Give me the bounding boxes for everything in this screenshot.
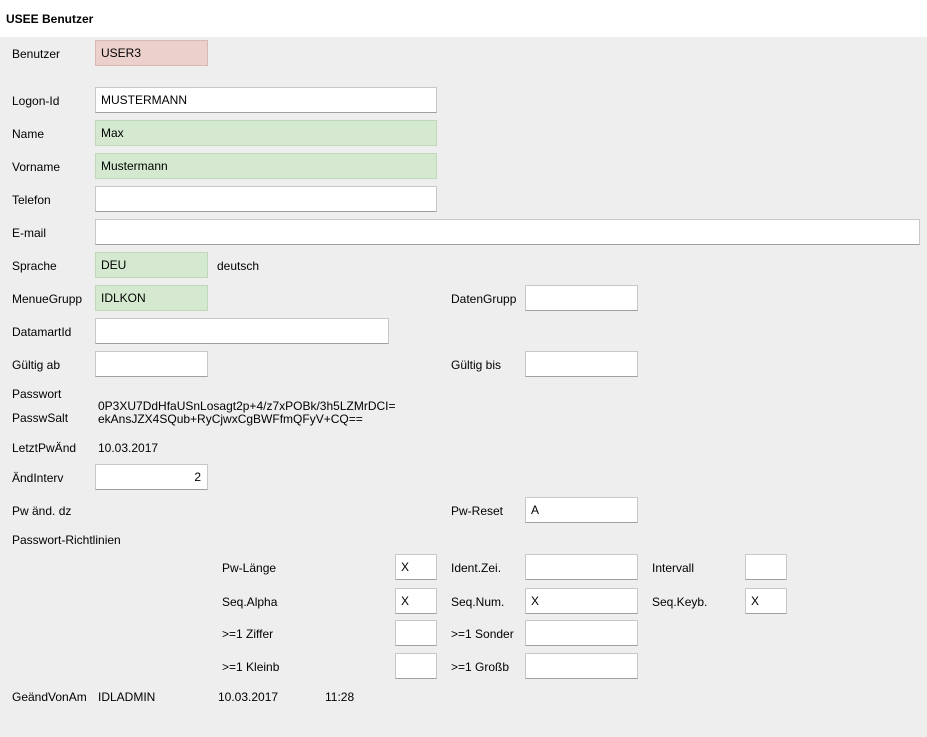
name-label: Name bbox=[12, 127, 45, 141]
geaendvonam-time: 11:28 bbox=[325, 690, 355, 704]
sprache-label: Sprache bbox=[12, 259, 57, 273]
seq-alpha-label: Seq.Alpha bbox=[222, 595, 278, 609]
letztpwaend-label: LetztPwÄnd bbox=[12, 441, 77, 455]
form-panel: Benutzer USER3 Logon-Id MUSTERMANN Name … bbox=[0, 37, 927, 737]
benutzer-field: USER3 bbox=[95, 40, 208, 66]
passwsalt-label: PasswSalt bbox=[12, 411, 69, 425]
passwort-label: Passwort bbox=[12, 387, 62, 401]
pw-reset-label: Pw-Reset bbox=[451, 504, 504, 518]
gueltig-bis-label: Gültig bis bbox=[451, 358, 502, 372]
gueltig-ab-field[interactable] bbox=[95, 351, 208, 377]
menuegrupp-field[interactable]: IDLKON bbox=[95, 285, 208, 311]
ziffer-field[interactable] bbox=[395, 620, 437, 646]
ident-zei-field[interactable] bbox=[525, 554, 638, 580]
seq-keyb-label: Seq.Keyb. bbox=[652, 595, 708, 609]
pw-laenge-label: Pw-Länge bbox=[222, 561, 277, 575]
pw-reset-field[interactable]: A bbox=[525, 497, 638, 523]
grossb-field[interactable] bbox=[525, 653, 638, 679]
datengrupp-label: DatenGrupp bbox=[451, 292, 517, 306]
richtlinien-label: Passwort-Richtlinien bbox=[12, 533, 121, 547]
datamartid-field[interactable] bbox=[95, 318, 389, 344]
logon-id-field[interactable]: MUSTERMANN bbox=[95, 87, 437, 113]
grossb-label: >=1 Großb bbox=[451, 660, 510, 674]
telefon-label: Telefon bbox=[12, 193, 51, 207]
pw-aend-dz-label: Pw änd. dz bbox=[12, 504, 72, 518]
sprache-field[interactable]: DEU bbox=[95, 252, 208, 278]
kleinb-field[interactable] bbox=[395, 653, 437, 679]
vorname-field[interactable]: Mustermann bbox=[95, 153, 437, 179]
gueltig-ab-label: Gültig ab bbox=[12, 358, 61, 372]
seq-num-field[interactable]: X bbox=[525, 588, 638, 614]
pw-laenge-field[interactable]: X bbox=[395, 554, 437, 580]
geaendvonam-user: IDLADMIN bbox=[98, 690, 156, 704]
aendinterv-field[interactable]: 2 bbox=[95, 464, 208, 490]
intervall-label: Intervall bbox=[652, 561, 695, 575]
email-field[interactable] bbox=[95, 219, 920, 245]
logon-id-label: Logon-Id bbox=[12, 94, 60, 108]
vorname-label: Vorname bbox=[12, 160, 61, 174]
datamartid-label: DatamartId bbox=[12, 325, 72, 339]
sprache-text: deutsch bbox=[217, 259, 260, 273]
gueltig-bis-field[interactable] bbox=[525, 351, 638, 377]
seq-num-label: Seq.Num. bbox=[451, 595, 505, 609]
sonder-label: >=1 Sonder bbox=[451, 627, 514, 641]
geaendvonam-date: 10.03.2017 bbox=[218, 690, 279, 704]
telefon-field[interactable] bbox=[95, 186, 437, 212]
aendinterv-label: ÄndInterv bbox=[12, 471, 64, 485]
seq-keyb-field[interactable]: X bbox=[745, 588, 787, 614]
ziffer-label: >=1 Ziffer bbox=[222, 627, 274, 641]
ident-zei-label: Ident.Zei. bbox=[451, 561, 502, 575]
sonder-field[interactable] bbox=[525, 620, 638, 646]
datengrupp-field[interactable] bbox=[525, 285, 638, 311]
seq-alpha-field[interactable]: X bbox=[395, 588, 437, 614]
benutzer-label: Benutzer bbox=[12, 47, 61, 61]
geaendvonam-label: GeändVonAm bbox=[12, 690, 87, 704]
menuegrupp-label: MenueGrupp bbox=[12, 292, 83, 306]
kleinb-label: >=1 Kleinb bbox=[222, 660, 280, 674]
intervall-field[interactable] bbox=[745, 554, 787, 580]
email-label: E-mail bbox=[12, 226, 47, 240]
passwsalt-value: ekAnsJZX4SQub+RyCjwxCgBWFfmQFyV+CQ== bbox=[98, 412, 363, 426]
letztpwaend-value: 10.03.2017 bbox=[98, 441, 159, 455]
page-title: USEE Benutzer bbox=[6, 12, 94, 26]
name-field[interactable]: Max bbox=[95, 120, 437, 146]
